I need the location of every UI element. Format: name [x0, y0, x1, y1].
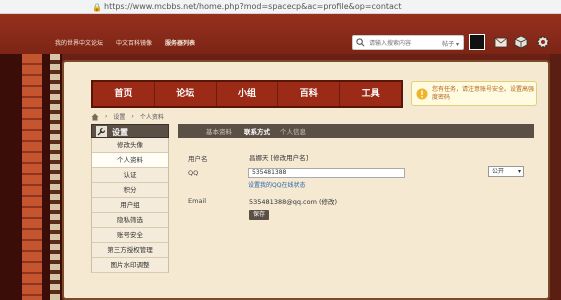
search-icon[interactable]: [356, 38, 365, 47]
gear-icon[interactable]: [536, 35, 550, 49]
chain-border: [50, 54, 60, 300]
qq-label: QQ: [188, 169, 199, 177]
breadcrumb-profile[interactable]: 个人资料: [140, 112, 164, 121]
sidebar-title: 设置: [112, 128, 128, 137]
qq-privacy-select[interactable]: 公开 ▾: [488, 166, 524, 177]
nav-tab-groups[interactable]: 小组: [217, 82, 279, 106]
nav-tab-tools[interactable]: 工具: [340, 82, 401, 106]
email-value: 535481388@qq.com (修改): [249, 198, 338, 206]
site-top-bar: 我的世界中文论坛 中文百科镜像 服务器列表 帖子 ▾: [0, 14, 561, 54]
brick-pillar: [22, 54, 42, 300]
sidebar-header: 设置: [91, 124, 169, 138]
nav-tab-wiki[interactable]: 百科: [278, 82, 341, 106]
search-box[interactable]: 帖子 ▾: [352, 35, 464, 50]
chevron-down-icon: ▾: [517, 168, 521, 175]
security-notice[interactable]: 您有任务，请注意账号安全。设置高强度密码: [411, 81, 537, 106]
notice-text: 您有任务，请注意账号安全。设置高强度密码: [432, 86, 535, 101]
sidebar-menu: 修改头像 个人资料 认证 积分 用户组 隐私筛选 账号安全 第三方授权管理 图片…: [91, 138, 169, 273]
tab-personal-info[interactable]: 个人信息: [280, 126, 306, 136]
nav-tab-forum[interactable]: 论坛: [155, 82, 217, 106]
username-label: 用户名: [188, 155, 208, 163]
breadcrumb-settings[interactable]: 设置: [113, 112, 125, 121]
privacy-value: 公开: [492, 168, 505, 175]
browser-address-bar[interactable]: 🔒 https://www.mcbbs.net/home.php?mod=spa…: [0, 0, 561, 14]
breadcrumb-separator: ›: [131, 113, 134, 120]
top-links: 我的世界中文论坛 中文百科镜像 服务器列表: [55, 38, 195, 47]
top-link-servers[interactable]: 服务器列表: [165, 38, 195, 47]
search-input[interactable]: [369, 38, 439, 48]
sidebar-item-credits[interactable]: 积分: [91, 183, 169, 198]
tab-contact[interactable]: 联系方式: [244, 126, 270, 136]
sidebar-item-avatar[interactable]: 修改头像: [91, 138, 169, 153]
nav-tab-home[interactable]: 首页: [93, 82, 155, 106]
sidebar-item-usergroup[interactable]: 用户组: [91, 198, 169, 213]
sidebar-item-security[interactable]: 账号安全: [91, 228, 169, 243]
mail-icon[interactable]: [494, 35, 508, 49]
sidebar-item-oauth[interactable]: 第三方授权管理: [91, 243, 169, 258]
username-value: 昌娜天 [修改用户名]: [249, 154, 309, 162]
top-link-forum[interactable]: 我的世界中文论坛: [55, 38, 103, 47]
user-avatar[interactable]: [469, 34, 485, 50]
sidebar-item-verify[interactable]: 认证: [91, 168, 169, 183]
sidebar-item-watermark[interactable]: 图片水印调整: [91, 258, 169, 273]
qq-status-link[interactable]: 设置我的QQ在线状态: [248, 180, 305, 189]
warning-icon: [416, 88, 428, 100]
home-icon[interactable]: [91, 113, 99, 121]
wrench-icon: [96, 126, 107, 137]
left-decoration: [0, 54, 62, 300]
qq-input[interactable]: 535481388: [248, 168, 405, 178]
lock-icon: 🔒: [92, 3, 102, 12]
search-scope-select[interactable]: 帖子 ▾: [442, 39, 459, 48]
save-button[interactable]: 保存: [249, 210, 269, 220]
block-icon[interactable]: [514, 35, 528, 49]
right-decoration: [550, 54, 561, 300]
breadcrumb-separator: ›: [105, 113, 108, 120]
tab-basic-info[interactable]: 基本资料: [206, 126, 232, 136]
main-nav: 首页 论坛 小组 百科 工具: [91, 80, 403, 108]
sidebar-item-privacy[interactable]: 隐私筛选: [91, 213, 169, 228]
sidebar-item-profile[interactable]: 个人资料: [91, 153, 169, 168]
profile-tabs: 基本资料 联系方式 个人信息: [178, 124, 534, 138]
url-text[interactable]: https://www.mcbbs.net/home.php?mod=space…: [104, 2, 401, 11]
email-label: Email: [188, 197, 207, 205]
top-link-wiki-mirror[interactable]: 中文百科镜像: [116, 38, 152, 47]
breadcrumb: › 设置 › 个人资料: [91, 112, 164, 121]
